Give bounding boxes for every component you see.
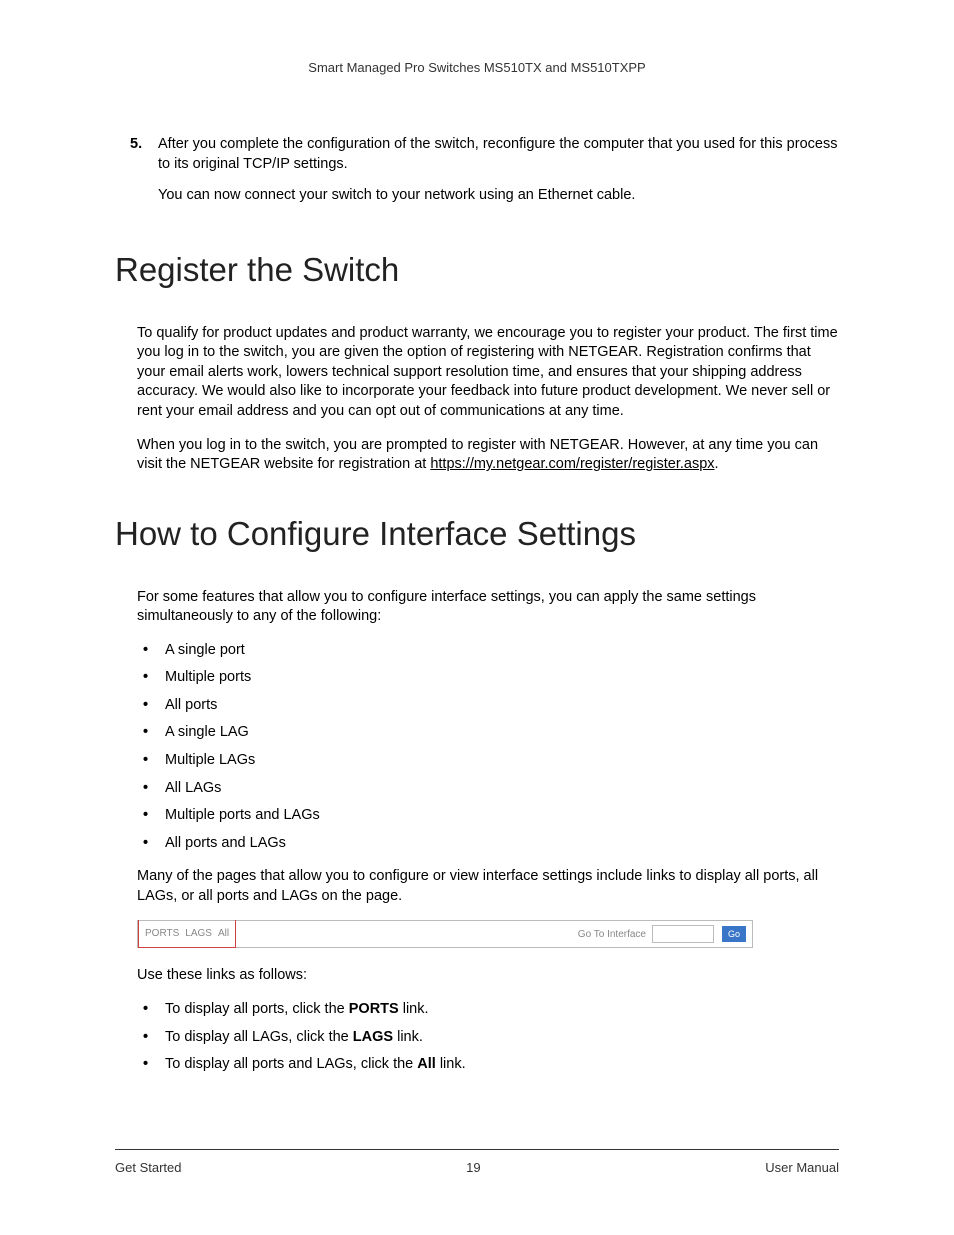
list-item: To display all ports and LAGs, click the…: [137, 1055, 839, 1075]
tab-group: PORTS LAGS All: [138, 920, 236, 948]
heading-register-the-switch: Register the Switch: [115, 251, 839, 289]
footer-page-number: 19: [466, 1160, 480, 1175]
configure-para-2: Many of the pages that allow you to conf…: [137, 867, 839, 906]
text: link.: [436, 1056, 466, 1072]
go-to-interface-input[interactable]: [652, 925, 714, 943]
tab-lags[interactable]: LAGS: [185, 928, 212, 939]
bold-text: All: [417, 1056, 436, 1072]
list-item: Multiple ports and LAGs: [137, 806, 839, 826]
page: Smart Managed Pro Switches MS510TX and M…: [0, 0, 954, 1235]
list-item: A single port: [137, 641, 839, 661]
interface-toolbar-figure: PORTS LAGS All Go To Interface Go: [137, 920, 753, 948]
register-para-2: When you log in to the switch, you are p…: [137, 436, 839, 475]
text: To display all LAGs, click the: [165, 1029, 353, 1045]
text: To display all ports, click the: [165, 1001, 349, 1017]
heading-how-to-configure: How to Configure Interface Settings: [115, 515, 839, 553]
footer-left: Get Started: [115, 1160, 181, 1175]
go-button[interactable]: Go: [722, 926, 746, 942]
tab-ports[interactable]: PORTS: [145, 928, 179, 939]
page-header: Smart Managed Pro Switches MS510TX and M…: [115, 60, 839, 75]
go-to-interface-label: Go To Interface: [578, 929, 646, 940]
register-para-1: To qualify for product updates and produ…: [137, 324, 839, 422]
step-number: 5.: [130, 135, 158, 174]
list-item: A single LAG: [137, 723, 839, 743]
step-5-sub: You can now connect your switch to your …: [158, 186, 839, 206]
list-item: All ports: [137, 696, 839, 716]
footer-right: User Manual: [765, 1160, 839, 1175]
bold-text: LAGS: [353, 1029, 393, 1045]
tab-all[interactable]: All: [218, 928, 229, 939]
configure-intro: For some features that allow you to conf…: [137, 588, 839, 627]
text: To display all ports and LAGs, click the: [165, 1056, 417, 1072]
text: link.: [393, 1029, 423, 1045]
step-text: After you complete the configuration of …: [158, 135, 839, 174]
list-item: To display all LAGs, click the LAGS link…: [137, 1028, 839, 1048]
interface-targets-list: A single port Multiple ports All ports A…: [137, 641, 839, 854]
step-5: 5. After you complete the configuration …: [130, 135, 839, 174]
list-item: Multiple ports: [137, 668, 839, 688]
bold-text: PORTS: [349, 1001, 399, 1017]
list-item: Multiple LAGs: [137, 751, 839, 771]
configure-para-3: Use these links as follows:: [137, 966, 839, 986]
link-usage-list: To display all ports, click the PORTS li…: [137, 1000, 839, 1075]
register-para-2b: .: [715, 456, 719, 472]
list-item: To display all ports, click the PORTS li…: [137, 1000, 839, 1020]
page-footer: Get Started 19 User Manual: [115, 1149, 839, 1175]
register-link[interactable]: https://my.netgear.com/register/register…: [430, 456, 714, 472]
list-item: All ports and LAGs: [137, 834, 839, 854]
list-item: All LAGs: [137, 779, 839, 799]
text: link.: [399, 1001, 429, 1017]
